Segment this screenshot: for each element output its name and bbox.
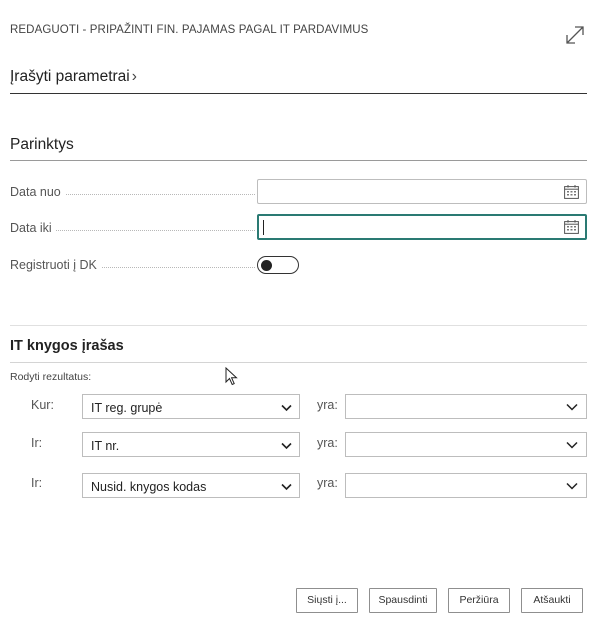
toggle-knob [261, 259, 272, 271]
chevron-down-icon [281, 483, 292, 491]
filter-operator-label: yra: [317, 398, 338, 412]
saved-parameters-label: Įrašyti parametrai [10, 68, 130, 85]
text-caret [263, 220, 264, 235]
filter-field-select[interactable]: Nusid. knygos kodas [82, 473, 300, 498]
date-from-field[interactable] [257, 179, 587, 204]
filter-field-value: IT reg. grupė [91, 401, 163, 415]
cancel-button[interactable]: Atšaukti [521, 588, 583, 613]
filter-field-value: IT nr. [91, 439, 120, 453]
post-to-gl-toggle[interactable] [257, 256, 299, 274]
section-divider [10, 325, 587, 326]
chevron-down-icon [281, 404, 292, 412]
filter-field-value: Nusid. knygos kodas [91, 480, 207, 494]
saved-parameters-link[interactable]: Įrašyti parametrai › [10, 68, 587, 94]
date-to-input[interactable] [259, 216, 549, 238]
date-from-label: Data nuo [10, 185, 255, 199]
dialog-title: REDAGUOTI - PRIPAŽINTI FIN. PAJAMAS PAGA… [10, 24, 369, 36]
post-to-gl-label: Registruoti į DK [10, 258, 255, 272]
chevron-down-icon [566, 441, 578, 449]
date-to-field[interactable] [257, 214, 587, 240]
filter-operator-label: yra: [317, 436, 338, 450]
mouse-pointer-icon [225, 367, 238, 386]
date-from-input[interactable] [258, 180, 548, 203]
expand-icon[interactable] [564, 24, 586, 46]
send-to-button[interactable]: Siųsti į... [296, 588, 358, 613]
filter-prefix-where: Kur: [31, 398, 54, 412]
entry-section-header[interactable]: IT knygos įrašas [10, 336, 587, 363]
filter-prefix-and: Ir: [31, 476, 43, 490]
chevron-down-icon [566, 403, 578, 411]
filter-value-select[interactable] [345, 473, 587, 498]
calendar-icon[interactable] [564, 185, 579, 199]
date-to-label: Data iki [10, 221, 255, 235]
options-section-header[interactable]: Parinktys [10, 136, 587, 161]
filter-value-select[interactable] [345, 432, 587, 457]
filter-value-select[interactable] [345, 394, 587, 419]
chevron-down-icon [566, 482, 578, 490]
print-button[interactable]: Spausdinti [369, 588, 437, 613]
chevron-down-icon [281, 442, 292, 450]
calendar-icon[interactable] [564, 220, 579, 234]
filter-field-select[interactable]: IT nr. [82, 432, 300, 457]
show-results-label: Rodyti rezultatus: [10, 371, 92, 383]
filter-field-select[interactable]: IT reg. grupė [82, 394, 300, 419]
chevron-right-icon: › [131, 68, 137, 85]
filter-prefix-and: Ir: [31, 436, 43, 450]
filter-operator-label: yra: [317, 476, 338, 490]
preview-button[interactable]: Peržiūra [448, 588, 510, 613]
